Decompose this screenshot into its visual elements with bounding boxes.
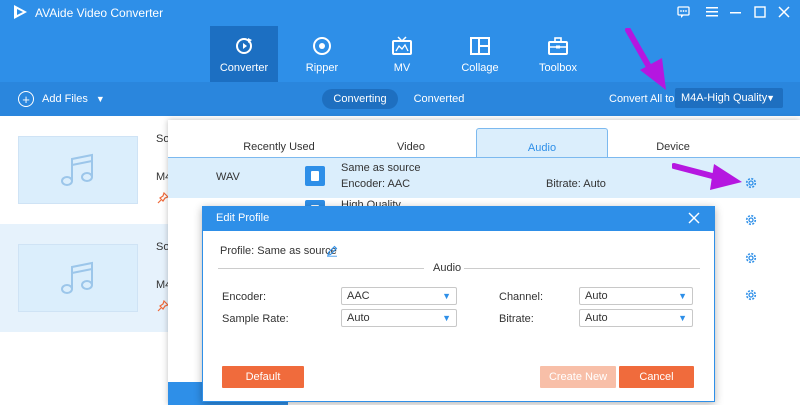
collage-icon <box>470 37 490 55</box>
disc-icon <box>313 37 331 55</box>
format-wav[interactable]: WAV <box>216 171 240 183</box>
encoder-label: Encoder: <box>222 291 267 303</box>
chevron-down-icon: ▼ <box>678 291 687 301</box>
chevron-down-icon: ▼ <box>442 291 451 301</box>
chevron-down-icon: ▼ <box>678 313 687 323</box>
section-divider <box>464 268 700 269</box>
sample-rate-label: Sample Rate: <box>222 313 289 325</box>
tab-converter[interactable]: Converter <box>210 26 278 82</box>
channel-select[interactable]: Auto ▼ <box>579 287 693 305</box>
converter-icon <box>236 38 252 54</box>
app-logo-icon <box>14 5 27 19</box>
tab-toolbox[interactable]: Toolbox <box>524 26 592 82</box>
annotation-arrow-icon <box>672 163 742 190</box>
tv-icon <box>392 36 412 55</box>
profile-name: Profile: Same as source <box>220 245 337 257</box>
convert-all-format-value: M4A-High Quality <box>681 92 768 104</box>
minimize-icon[interactable] <box>726 3 746 21</box>
pencil-icon[interactable] <box>326 245 338 257</box>
close-icon[interactable] <box>774 3 794 21</box>
file-thumbnail <box>18 136 138 204</box>
dialog-title: Edit Profile <box>216 212 270 224</box>
gear-icon[interactable] <box>745 177 757 189</box>
file-thumbnail <box>18 244 138 312</box>
plus-icon: + <box>18 91 34 107</box>
converted-tab[interactable]: Converted <box>406 89 472 109</box>
section-title-audio: Audio <box>433 262 462 274</box>
dialog-header <box>202 206 715 231</box>
tab-audio[interactable]: Audio <box>476 128 608 158</box>
preset-name: Same as source <box>341 162 421 174</box>
tab-collage-label: Collage <box>461 62 499 74</box>
tab-recently-used[interactable]: Recently Used <box>214 128 344 158</box>
add-files-label: Add Files <box>42 93 88 105</box>
feedback-icon[interactable] <box>673 3 693 21</box>
create-new-button[interactable]: Create New <box>540 366 616 388</box>
tab-device[interactable]: Device <box>608 128 738 158</box>
encoder-select[interactable]: AAC ▼ <box>341 287 457 305</box>
preset-bitrate: Bitrate: Auto <box>546 178 606 190</box>
maximize-icon[interactable] <box>750 3 770 21</box>
default-button[interactable]: Default <box>222 366 304 388</box>
tab-ripper[interactable]: Ripper <box>288 26 356 82</box>
convert-all-format-select[interactable]: M4A-High Quality ▼ <box>675 88 783 108</box>
add-files-button[interactable]: + Add Files ▼ <box>18 90 105 108</box>
sample-rate-value: Auto <box>347 312 370 324</box>
gear-icon[interactable] <box>745 214 757 226</box>
gear-icon[interactable] <box>745 252 757 264</box>
channel-label: Channel: <box>499 291 544 303</box>
tab-mv-label: MV <box>393 62 411 74</box>
music-note-icon <box>61 261 93 294</box>
bitrate-label: Bitrate: <box>499 313 534 325</box>
section-divider <box>218 268 424 269</box>
tab-mv[interactable]: MV <box>368 26 436 82</box>
tab-toolbox-label: Toolbox <box>539 62 577 74</box>
gear-icon[interactable] <box>745 289 757 301</box>
chevron-down-icon: ▼ <box>766 93 775 103</box>
preset-encoder: Encoder: AAC <box>341 178 411 190</box>
convert-all-label: Convert All to: <box>609 93 678 105</box>
converting-tab[interactable]: Converting <box>322 89 398 109</box>
bitrate-value: Auto <box>585 312 608 324</box>
sample-rate-select[interactable]: Auto ▼ <box>341 309 457 327</box>
encoder-value: AAC <box>347 290 370 302</box>
toolbox-icon <box>548 37 568 55</box>
tab-converter-label: Converter <box>219 62 269 74</box>
chevron-down-icon: ▼ <box>442 313 451 323</box>
annotation-arrow-icon <box>625 28 666 90</box>
tab-collage[interactable]: Collage <box>446 26 514 82</box>
menu-icon[interactable] <box>702 3 722 21</box>
chevron-down-icon[interactable]: ▼ <box>96 94 105 104</box>
preset-file-icon <box>305 166 325 186</box>
channel-value: Auto <box>585 290 608 302</box>
app-title: AVAide Video Converter <box>35 6 164 20</box>
cancel-button[interactable]: Cancel <box>619 366 694 388</box>
tab-video[interactable]: Video <box>346 128 476 158</box>
tab-ripper-label: Ripper <box>305 62 339 74</box>
dialog-close-icon[interactable] <box>684 208 704 228</box>
music-note-icon <box>61 153 93 186</box>
bitrate-select[interactable]: Auto ▼ <box>579 309 693 327</box>
